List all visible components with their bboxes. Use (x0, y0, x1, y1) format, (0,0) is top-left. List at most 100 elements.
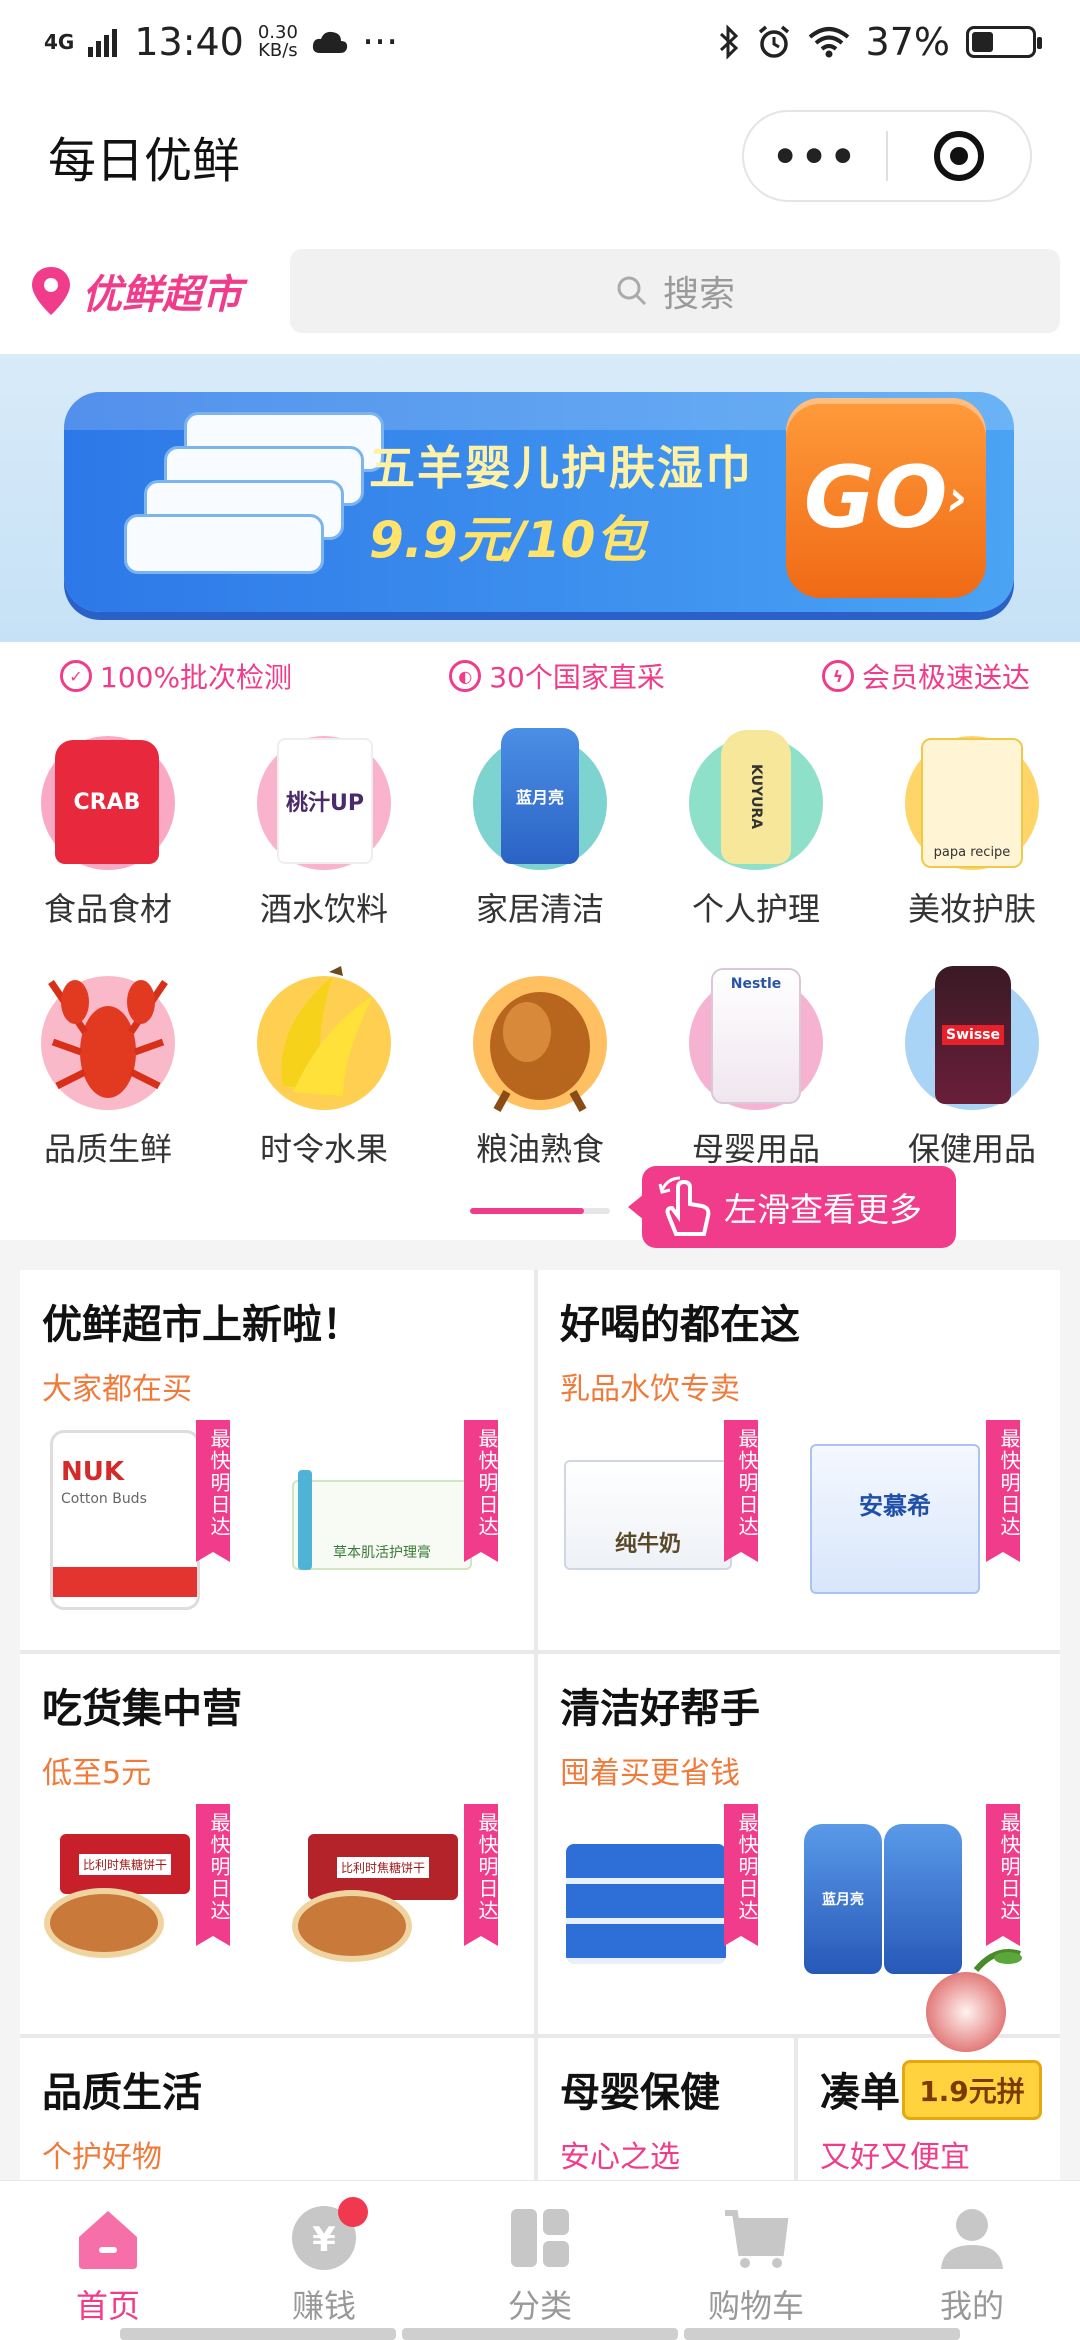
category-food[interactable]: CRAB 食品食材 (0, 730, 216, 930)
category-fresh[interactable]: 品质生鲜 (0, 970, 216, 1170)
search-icon (617, 276, 647, 306)
bluetooth-icon (719, 24, 738, 60)
globe-icon: ◐ (449, 660, 482, 692)
clock: 13:40 (134, 20, 244, 64)
shield-check-icon: ✓ (60, 660, 92, 692)
group-buy-price: 1.9元拼 (902, 2060, 1042, 2120)
wipes-product-image (124, 412, 384, 582)
lightning-icon: ϟ (821, 660, 854, 692)
battery-percent: 37% (865, 20, 950, 64)
product-biscuits-1[interactable]: 比利时焦糖饼干 最快明日达 (40, 1804, 231, 2004)
alarm-icon (758, 25, 789, 58)
product-biscuits-2[interactable]: 比利时焦糖饼干 最快明日达 (288, 1804, 499, 2004)
category-baby[interactable]: Nestle 母婴用品 (648, 968, 864, 1170)
network-label: 4G (44, 30, 75, 54)
net-speed: 0.30 KB/s (257, 22, 298, 61)
store-name: 优鲜超市 (82, 272, 242, 318)
category-home-cleaning-image: 蓝月亮 (473, 728, 607, 870)
page-title: 每日优鲜 (48, 133, 241, 189)
category-health-image: Swisse (905, 966, 1039, 1110)
fast-delivery-tag: 最快明日达 (986, 1420, 1021, 1562)
banner-go-button[interactable]: GO › (786, 398, 986, 598)
fast-delivery-tag: 最快明日达 (464, 1420, 499, 1562)
promo-snacks[interactable]: 吃货集中营 低至5元 比利时焦糖饼干 最快明日达 比利时焦糖饼干 最快明日达 (20, 1654, 534, 2034)
user-icon (941, 2209, 1003, 2269)
category-beauty-image: papa recipe (905, 736, 1039, 870)
search-input[interactable]: 搜索 (290, 249, 1060, 333)
category-scroll-indicator (470, 1208, 610, 1214)
feature-global-sourcing: ◐ 30个国家直采 (449, 656, 665, 696)
promo-maternal-health[interactable]: 母婴保健 安心之选 (538, 2038, 794, 2188)
tab-cart[interactable]: 购物车 (648, 2181, 864, 2340)
more-menu-button[interactable]: ••• (744, 112, 886, 200)
cart-icon (725, 2210, 789, 2268)
tab-profile[interactable]: 我的 (864, 2181, 1080, 2340)
tab-home[interactable]: 首页 (0, 2181, 216, 2340)
scroll-thumb (470, 1208, 584, 1214)
target-icon (934, 131, 984, 181)
more-dots-icon: ••• (771, 131, 859, 181)
svg-text:¥: ¥ (312, 2220, 336, 2260)
signal-icon (88, 29, 118, 57)
category-health[interactable]: Swisse 保健用品 (864, 966, 1080, 1170)
location-pin-icon (30, 265, 72, 317)
close-mini-program-button[interactable] (888, 112, 1030, 200)
tab-category[interactable]: 分类 (432, 2181, 648, 2340)
promo-banner[interactable]: 五羊婴儿护肤湿巾 9.9元/10包 GO › (0, 354, 1080, 642)
product-tissues[interactable]: 最快明日达 (558, 1804, 759, 2004)
wifi-icon (808, 27, 849, 58)
fast-delivery-tag: 最快明日达 (986, 1804, 1021, 1946)
feature-quality-check: ✓ 100%批次检测 (60, 656, 292, 696)
promo-quality-life[interactable]: 品质生活 个护好物 (20, 2038, 534, 2188)
category-beauty[interactable]: papa recipe 美妆护肤 (864, 730, 1080, 930)
status-bar: 4G 13:40 0.30 KB/s ··· 37% (0, 0, 1080, 84)
mini-program-capsule: ••• (742, 110, 1032, 202)
fast-delivery-tag: 最快明日达 (196, 1420, 231, 1562)
store-selector[interactable]: 优鲜超市 (30, 262, 290, 320)
product-cotton-buds[interactable]: NUK Cotton Buds 最快明日达 (40, 1420, 231, 1620)
feature-fast-delivery: ϟ 会员极速送达 (821, 656, 1030, 696)
promo-new-arrivals[interactable]: 优鲜超市上新啦！ 大家都在买 NUK Cotton Buds 最快明日达 草本肌… (20, 1270, 534, 1650)
category-fresh-image (41, 976, 175, 1110)
category-grid: CRAB 食品食材 桃汁UP 酒水饮料 蓝月亮 家居清洁 KUYURA 个人护理… (0, 710, 1080, 1248)
category-grain-oil-image (473, 976, 607, 1112)
category-grid-icon (511, 2209, 569, 2267)
lychee-icon (926, 1949, 1022, 2052)
search-row: 优鲜超市 搜索 (0, 228, 1080, 354)
search-placeholder: 搜索 (662, 274, 735, 315)
bottom-tab-bar: 首页 ¥ 赚钱 分类 购物车 我的 (0, 2180, 1080, 2340)
gesture-bar (120, 2328, 960, 2340)
product-herbal-ointment[interactable]: 草本肌活护理膏 最快明日达 (288, 1420, 499, 1620)
fast-delivery-tag: 最快明日达 (196, 1804, 231, 1946)
notification-badge (338, 2197, 368, 2227)
category-personal-care-image: KUYURA (689, 730, 823, 870)
swipe-hand-icon (658, 1176, 711, 1236)
category-food-image: CRAB (41, 736, 175, 870)
swipe-hint-bubble: 左滑查看更多 (628, 1166, 956, 1248)
fast-delivery-tag: 最快明日达 (724, 1804, 759, 1946)
product-milk[interactable]: 纯牛奶 最快明日达 (558, 1420, 759, 1620)
category-fruit-image (257, 966, 391, 1110)
group-buy-float-button[interactable]: 1.9元拼 (902, 1940, 1042, 2120)
promo-drinks[interactable]: 好喝的都在这 乳品水饮专卖 纯牛奶 最快明日达 安慕希 最快明日达 (538, 1270, 1060, 1650)
fast-delivery-tag: 最快明日达 (464, 1804, 499, 1946)
category-baby-image: Nestle (689, 968, 823, 1110)
category-grain-oil[interactable]: 粮油熟食 (432, 970, 648, 1170)
category-row-2: 品质生鲜 时令水果 粮油熟食 Nestle 母婴用品 Swisse 保健用品 (0, 966, 1080, 1170)
category-personal-care[interactable]: KUYURA 个人护理 (648, 730, 864, 930)
product-yogurt[interactable]: 安慕希 最快明日达 (800, 1420, 1021, 1620)
home-icon (79, 2211, 137, 2269)
category-home-cleaning[interactable]: 蓝月亮 家居清洁 (432, 728, 648, 930)
category-row-1: CRAB 食品食材 桃汁UP 酒水饮料 蓝月亮 家居清洁 KUYURA 个人护理… (0, 728, 1080, 930)
cloud-icon (312, 31, 348, 53)
tab-earn[interactable]: ¥ 赚钱 (216, 2181, 432, 2340)
mini-program-title-bar: 每日优鲜 ••• (0, 84, 1080, 228)
service-features: ✓ 100%批次检测 ◐ 30个国家直采 ϟ 会员极速送达 (0, 642, 1080, 710)
banner-card: 五羊婴儿护肤湿巾 9.9元/10包 GO › (64, 392, 1014, 612)
banner-price: 9.9元/10包 (369, 511, 646, 569)
category-drinks[interactable]: 桃汁UP 酒水饮料 (216, 730, 432, 930)
category-fruit[interactable]: 时令水果 (216, 966, 432, 1170)
more-notifications: ··· (361, 20, 399, 64)
swipe-hint-text: 左滑查看更多 (724, 1190, 922, 1229)
banner-headline: 五羊婴儿护肤湿巾 (369, 441, 753, 495)
